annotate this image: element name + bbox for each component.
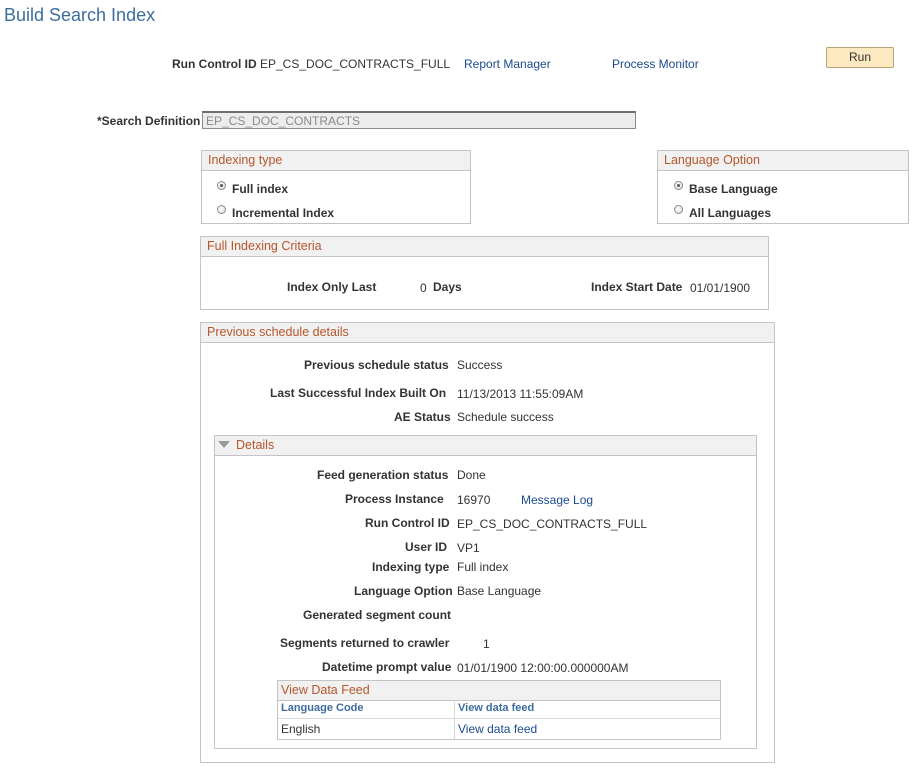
search-definition-field[interactable]: EP_CS_DOC_CONTRACTS: [202, 111, 636, 129]
full-index-label: Full index: [232, 182, 288, 196]
process-monitor-link[interactable]: Process Monitor: [612, 57, 699, 71]
page-title: Build Search Index: [4, 5, 155, 26]
process-instance-value: 16970: [457, 493, 490, 507]
days-label: Days: [433, 280, 462, 294]
search-definition-label: *Search Definition: [97, 114, 200, 128]
details-title[interactable]: Details: [215, 436, 756, 456]
base-language-label: Base Language: [689, 182, 778, 196]
full-indexing-criteria-title: Full Indexing Criteria: [201, 237, 768, 257]
index-only-last-value[interactable]: 0: [420, 281, 427, 295]
index-start-date-label: Index Start Date: [591, 280, 682, 294]
incremental-index-radio[interactable]: [217, 205, 226, 214]
collapse-arrow-icon[interactable]: [218, 441, 230, 448]
details-language-option-label: Language Option: [354, 584, 453, 598]
previous-schedule-status-value: Success: [457, 358, 502, 372]
feed-status-label: Feed generation status: [317, 468, 448, 482]
process-instance-label: Process Instance: [345, 492, 444, 506]
index-start-date-value[interactable]: 01/01/1900: [690, 281, 750, 295]
incremental-index-label: Incremental Index: [232, 206, 334, 220]
details-indexing-type-label: Indexing type: [372, 560, 449, 574]
datetime-prompt-label: Datetime prompt value: [322, 660, 451, 674]
details-indexing-type-value: Full index: [457, 560, 508, 574]
language-code-column-header[interactable]: Language Code: [281, 702, 364, 714]
message-log-link[interactable]: Message Log: [521, 493, 593, 507]
details-run-control-value: EP_CS_DOC_CONTRACTS_FULL: [457, 517, 647, 531]
last-built-label: Last Successful Index Built On: [270, 386, 446, 400]
view-data-feed-column-header[interactable]: View data feed: [458, 702, 534, 714]
feed-status-value: Done: [457, 468, 486, 482]
user-id-label: User ID: [405, 540, 447, 554]
run-control-value: EP_CS_DOC_CONTRACTS_FULL: [260, 57, 450, 71]
previous-schedule-status-label: Previous schedule status: [304, 358, 449, 372]
full-index-radio[interactable]: [217, 181, 226, 190]
indexing-type-title: Indexing type: [202, 151, 470, 171]
datetime-prompt-value: 01/01/1900 12:00:00.000000AM: [457, 661, 628, 675]
view-data-feed-title: View Data Feed: [278, 681, 720, 701]
run-control-label: Run Control ID: [172, 57, 257, 71]
ae-status-value: Schedule success: [457, 410, 554, 424]
grid-row-divider: [278, 718, 720, 719]
ae-status-label: AE Status: [394, 410, 451, 424]
report-manager-link[interactable]: Report Manager: [464, 57, 551, 71]
previous-schedule-title: Previous schedule details: [201, 323, 774, 343]
segment-count-label: Generated segment count: [303, 608, 451, 622]
view-data-feed-link[interactable]: View data feed: [458, 722, 537, 736]
base-language-radio[interactable]: [674, 181, 683, 190]
details-run-control-label: Run Control ID: [365, 516, 450, 530]
segments-returned-value: 1: [483, 637, 490, 651]
run-button[interactable]: Run: [826, 47, 894, 68]
full-indexing-criteria-group: Full Indexing Criteria: [200, 236, 769, 310]
index-only-last-label: Index Only Last: [287, 280, 376, 294]
grid-col-divider: [454, 700, 455, 739]
all-languages-label: All Languages: [689, 206, 771, 220]
all-languages-radio[interactable]: [674, 205, 683, 214]
language-option-title: Language Option: [658, 151, 908, 171]
segments-returned-label: Segments returned to crawler: [280, 636, 449, 650]
user-id-value: VP1: [457, 541, 480, 555]
details-language-option-value: Base Language: [457, 584, 541, 598]
language-code-cell: English: [281, 722, 320, 736]
last-built-value: 11/13/2013 11:55:09AM: [457, 387, 583, 401]
